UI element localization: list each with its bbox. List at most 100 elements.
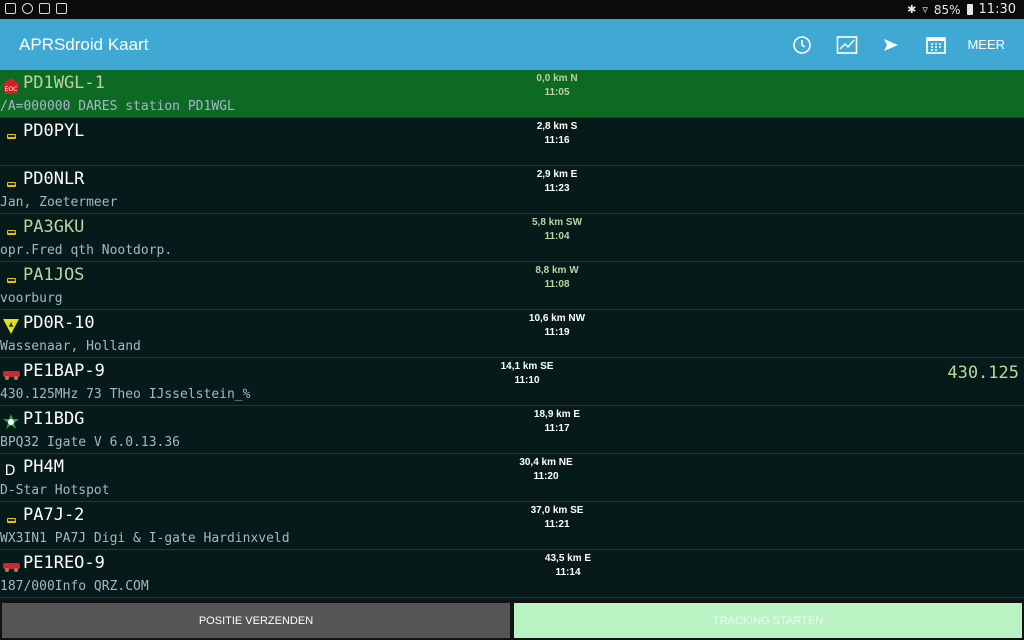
svg-text:▲: ▲ bbox=[9, 321, 14, 328]
truck-icon bbox=[2, 557, 20, 575]
station-comment: Jan, Zoetermeer bbox=[0, 195, 118, 210]
station-row[interactable]: PI1BDG 18,9 km E 11:17 BPQ32 Igate V 6.0.1… bbox=[0, 406, 1024, 454]
station-time: 11:04 bbox=[544, 231, 570, 242]
map-icon bbox=[836, 36, 858, 54]
station-distance-time: 5,8 km SW 11:04 bbox=[502, 216, 612, 244]
app-title: APRSdroid Kaart bbox=[19, 35, 149, 54]
station-distance-time: 37,0 km SE 11:21 bbox=[502, 504, 612, 532]
station-callsign: PA3GKU bbox=[23, 217, 85, 237]
photo-icon bbox=[56, 3, 67, 14]
bottom-button-bar: POSITIE VERZENDEN TRACKING STARTEN bbox=[0, 600, 1024, 640]
station-time: 11:10 bbox=[514, 375, 540, 386]
digi-icon bbox=[2, 413, 20, 431]
station-distance-time: 18,9 km E 11:17 bbox=[502, 408, 612, 436]
send-button[interactable] bbox=[879, 33, 903, 57]
station-frequency: 430.125 bbox=[947, 363, 1019, 383]
app-bar: APRSdroid Kaart MEER bbox=[0, 19, 1024, 70]
station-distance: 37,0 km SE bbox=[530, 505, 584, 516]
send-position-button[interactable]: POSITIE VERZENDEN bbox=[2, 603, 510, 638]
battery-icon bbox=[966, 4, 973, 15]
station-row[interactable]: D PH4M 30,4 km NE 11:20 D-Star Hotspot bbox=[0, 454, 1024, 502]
station-distance-time: 10,6 km NW 11:19 bbox=[502, 312, 612, 340]
station-row[interactable]: PA1JOS 8,8 km W 11:08 voorburg bbox=[0, 262, 1024, 310]
map-button[interactable] bbox=[835, 33, 859, 57]
station-time: 11:21 bbox=[544, 519, 570, 530]
station-distance: 14,1 km SE bbox=[500, 361, 554, 372]
gallery-icon bbox=[5, 3, 16, 14]
station-distance: 8,8 km W bbox=[535, 265, 579, 276]
station-row[interactable]: PD0PYL 2,8 km S 11:16 bbox=[0, 118, 1024, 166]
start-tracking-button[interactable]: TRACKING STARTEN bbox=[514, 603, 1022, 638]
station-list: EOC PD1WGL-1 0,0 km N 11:05/A=000000 DARES … bbox=[0, 70, 1024, 598]
car-icon bbox=[2, 269, 20, 287]
station-comment: D-Star Hotspot bbox=[0, 483, 110, 498]
station-time: 11:08 bbox=[544, 279, 570, 290]
station-distance-time: 43,5 km E 11:14 bbox=[513, 552, 623, 580]
station-time: 11:05 bbox=[544, 87, 570, 98]
car-icon bbox=[2, 173, 20, 191]
station-row[interactable]: EOC PD1WGL-1 0,0 km N 11:05/A=000000 DARES … bbox=[0, 70, 1024, 118]
wifi-icon: ▿ bbox=[922, 3, 928, 16]
svg-text:EOC: EOC bbox=[5, 86, 18, 93]
send-icon bbox=[884, 39, 898, 51]
station-callsign: PD0NLR bbox=[23, 169, 85, 189]
station-callsign: PA1JOS bbox=[23, 265, 85, 285]
station-comment: BPQ32 Igate V 6.0.13.36 bbox=[0, 435, 181, 450]
station-comment: /A=000000 DARES station PD1WGL bbox=[0, 99, 235, 114]
station-comment: 430.125MHz 73 Theo IJsselstein_% bbox=[0, 387, 251, 402]
station-distance: 2,8 km S bbox=[536, 121, 578, 132]
calendar-button[interactable] bbox=[924, 33, 948, 57]
svg-text:D: D bbox=[5, 463, 16, 479]
station-callsign: PH4M bbox=[23, 457, 64, 477]
station-distance: 2,9 km E bbox=[536, 169, 578, 180]
station-row[interactable]: PE1REO-9 43,5 km E 11:14 187/000Info QRZ.CO… bbox=[0, 550, 1024, 598]
station-comment: opr.Fred qth Nootdorp. bbox=[0, 243, 173, 258]
station-distance: 18,9 km E bbox=[533, 409, 581, 420]
station-row[interactable]: PA3GKU 5,8 km SW 11:04 opr.Fred qth Nootdor… bbox=[0, 214, 1024, 262]
more-menu-button[interactable]: MEER bbox=[967, 37, 1005, 52]
clock-icon bbox=[793, 36, 811, 54]
dstar-icon: D bbox=[2, 461, 20, 479]
station-distance: 30,4 km NE bbox=[519, 457, 573, 468]
station-distance-time: 2,8 km S 11:16 bbox=[502, 120, 612, 148]
station-comment: WX3IN1 PA7J Digi & I-gate Hardinxveld bbox=[0, 531, 290, 546]
mail-icon bbox=[39, 3, 50, 14]
station-distance: 10,6 km NW bbox=[528, 313, 586, 324]
station-callsign: PE1REO-9 bbox=[23, 553, 105, 573]
station-row[interactable]: ▲ PD0R-10 10,6 km NW 11:19 Wassenaar, Hollan… bbox=[0, 310, 1024, 358]
status-bar: ✱ ▿ 85% 11:30 bbox=[0, 0, 1024, 19]
station-time: 11:19 bbox=[544, 327, 570, 338]
station-distance-time: 14,1 km SE 11:10 bbox=[472, 360, 582, 388]
minus-circle-icon bbox=[22, 3, 33, 14]
car-icon bbox=[2, 221, 20, 239]
station-comment: voorburg bbox=[0, 291, 63, 306]
battery-percent: 85% bbox=[933, 2, 961, 17]
station-distance-time: 2,9 km E 11:23 bbox=[502, 168, 612, 196]
calendar-icon bbox=[926, 37, 946, 54]
station-time: 11:23 bbox=[544, 183, 570, 194]
station-callsign: PD0PYL bbox=[23, 121, 85, 141]
car-icon bbox=[2, 509, 20, 527]
station-comment: Wassenaar, Holland bbox=[0, 339, 141, 354]
car-icon bbox=[2, 125, 20, 143]
station-time: 11:14 bbox=[555, 567, 581, 578]
station-callsign: PD1WGL-1 bbox=[23, 73, 105, 93]
station-distance: 0,0 km N bbox=[536, 73, 578, 84]
igate-icon: ▲ bbox=[2, 317, 20, 335]
station-row[interactable]: PD0NLR 2,9 km E 11:23 Jan, Zoetermeer bbox=[0, 166, 1024, 214]
clock-time: 11:30 bbox=[978, 2, 1016, 17]
station-callsign: PE1BAP-9 bbox=[23, 361, 105, 381]
eoc-icon: EOC bbox=[2, 77, 20, 95]
station-callsign: PD0R-10 bbox=[23, 313, 95, 333]
bluetooth-icon: ✱ bbox=[907, 3, 917, 16]
history-button[interactable] bbox=[790, 33, 814, 57]
station-time: 11:20 bbox=[533, 471, 559, 482]
station-row[interactable]: PA7J-2 37,0 km SE 11:21 WX3IN1 PA7J Digi & … bbox=[0, 502, 1024, 550]
truck-icon bbox=[2, 365, 20, 383]
station-callsign: PI1BDG bbox=[23, 409, 85, 429]
station-distance-time: 0,0 km N 11:05 bbox=[502, 72, 612, 100]
station-row[interactable]: PE1BAP-9 14,1 km SE 11:10 430.125 430.125MHz… bbox=[0, 358, 1024, 406]
station-callsign: PA7J-2 bbox=[23, 505, 85, 525]
station-comment: 187/000Info QRZ.COM bbox=[0, 579, 149, 594]
station-distance-time: 30,4 km NE 11:20 bbox=[491, 456, 601, 484]
